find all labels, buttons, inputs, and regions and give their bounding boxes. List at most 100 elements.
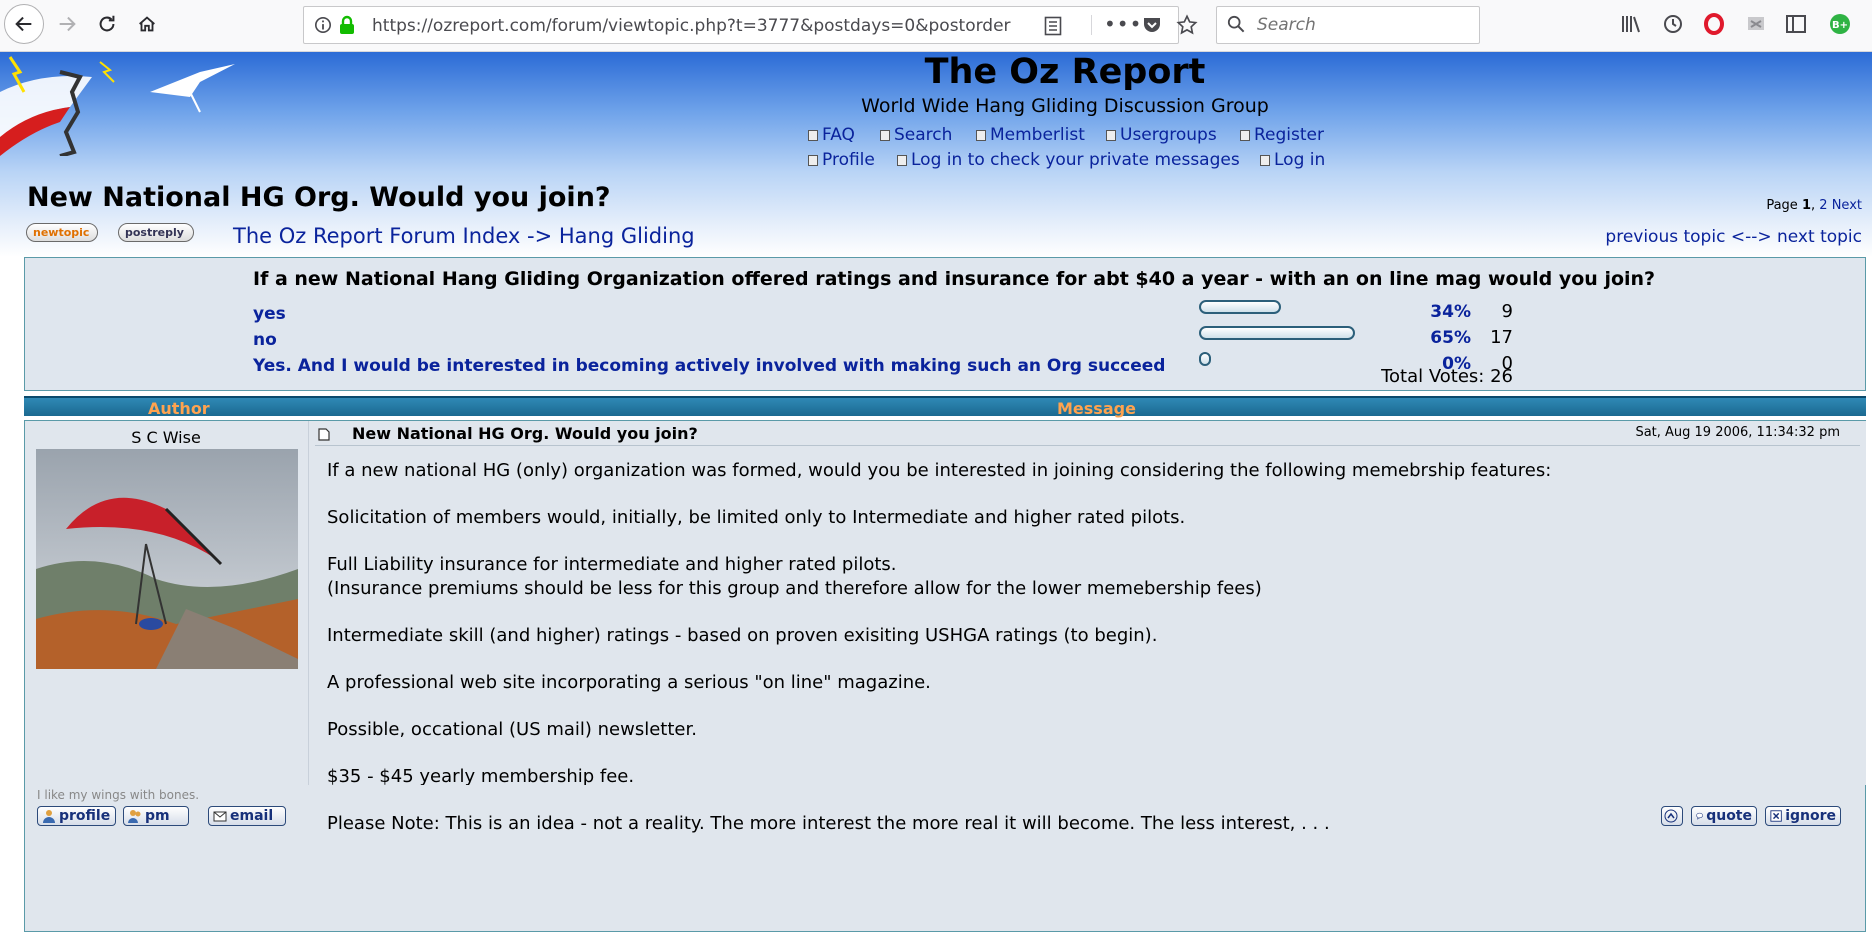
go-to-top-button[interactable] [1661,806,1683,826]
users-icon [128,810,141,823]
search-icon [1227,15,1245,33]
thread-header: Author Message [24,396,1866,418]
poll-question: If a new National Hang Gliding Organizat… [253,268,1656,290]
faq-link[interactable]: FAQ [808,125,855,145]
message-column-header: Message [1057,399,1136,418]
next-page-link[interactable]: Next [1832,198,1862,213]
poll-result-bar [1199,326,1355,340]
history-icon[interactable] [1661,12,1685,36]
faq-icon [808,129,818,141]
memberlist-icon [976,129,986,141]
back-arrow-icon [15,16,32,32]
post-date: Sat, Aug 19 2006, 11:34:32 pm [1635,425,1840,440]
home-icon [139,16,155,32]
breadcrumb-arrow: -> [527,224,553,248]
post-reply-button[interactable]: postreply [118,223,194,242]
topic-title: New National HG Org. Would you join? [27,182,611,213]
profile-link[interactable]: Profile [808,150,875,170]
forward-button[interactable] [50,7,84,41]
author-column-header: Author [148,399,210,418]
topic-nav-separator: <--> [1730,227,1772,247]
user-icon [43,810,55,823]
new-topic-label: newtopic [33,226,90,239]
forum-post: S C Wise New National HG Org. Would you … [24,420,1866,932]
post-paragraph: Full Liability insurance for intermediat… [327,554,1262,599]
reload-button[interactable] [90,7,124,41]
send-email-button[interactable]: email [208,806,286,826]
ignore-button-label: ignore [1785,808,1836,824]
pocket-icon[interactable] [1142,15,1162,35]
pagination-separator: , [1811,198,1816,213]
poll-percent: 34% [1430,302,1471,322]
reader-view-icon[interactable] [1044,16,1062,36]
send-pm-button[interactable]: pm [123,806,189,826]
hang-gliding-forum-link[interactable]: Hang Gliding [559,224,695,248]
back-button[interactable] [4,4,44,44]
library-icon[interactable] [1620,12,1644,36]
login-link-label: Log in [1274,150,1326,170]
post-paragraph: A professional web site incorporating a … [327,672,931,693]
post-paragraph: Possible, occational (US mail) newslette… [327,719,697,740]
site-title: The Oz Report [924,52,1206,92]
forum-index-link[interactable]: The Oz Report Forum Index [233,224,520,248]
login-link[interactable]: Log in [1260,150,1325,170]
quote-button[interactable]: quote [1691,806,1757,826]
site-description: World Wide Hang Gliding Discussion Group [861,95,1269,117]
ignore-button[interactable]: ignore [1765,806,1841,826]
previous-topic-link[interactable]: previous topic [1605,227,1725,247]
speech-bubble-icon [1696,812,1703,820]
poll-option-label: yes [253,304,286,324]
search-small-icon [880,129,890,141]
profile-link-label: Profile [822,150,875,170]
search-link[interactable]: Search [880,125,952,145]
web-search-box[interactable] [1216,6,1480,44]
quote-button-label: quote [1706,808,1752,824]
profile-button-label: profile [59,808,111,824]
lock-icon [340,15,354,34]
poll-vote-count: 9 [1501,301,1513,322]
post-author-panel: S C Wise [25,421,307,785]
poll-panel: If a new National Hang Gliding Organizat… [24,257,1866,391]
forward-arrow-icon [59,16,76,32]
info-icon[interactable] [314,16,332,34]
extension-icon[interactable] [1744,12,1768,36]
poll-option-label: no [253,330,277,350]
page-2-link[interactable]: 2 [1819,198,1827,213]
sidebar-toggle-icon[interactable] [1784,12,1808,36]
new-topic-button[interactable]: newtopic [26,223,98,242]
post-paragraph: Please Note: This is an idea - not a rea… [327,813,1330,834]
post-signature: I like my wings with bones. [37,788,200,802]
url-bar[interactable]: https://ozreport.com/forum/viewtopic.php… [303,6,1198,44]
url-text[interactable]: https://ozreport.com/forum/viewtopic.php… [372,16,1012,36]
opera-icon[interactable] [1702,12,1726,36]
post-body-panel: New National HG Org. Would you join? Sat… [308,421,1866,834]
post-author-name: S C Wise [131,428,201,447]
poll-vote-count: 17 [1490,327,1513,348]
browser-toolbar: https://ozreport.com/forum/viewtopic.php… [0,0,1872,52]
post-divider [315,445,1860,446]
bookmark-star-icon[interactable] [1176,14,1198,36]
poll-result-bar [1199,352,1211,366]
profile-small-icon [808,154,818,166]
register-link[interactable]: Register [1240,125,1324,145]
email-button-label: email [230,808,274,824]
post-reply-label: postreply [125,226,184,239]
memberlist-link[interactable]: Memberlist [976,125,1085,145]
post-document-icon [318,428,330,441]
usergroups-icon [1106,129,1116,141]
poll-percent: 65% [1430,328,1471,348]
pagination: Page 1, 2 Next [1766,198,1862,213]
reload-icon [99,15,115,32]
ignore-x-icon [1770,810,1782,822]
profile-badge-icon[interactable]: B+ [1828,12,1852,36]
private-messages-link[interactable]: Log in to check your private messages [897,150,1240,170]
message-icon [897,154,907,166]
home-button[interactable] [130,7,164,41]
next-topic-link[interactable]: next topic [1777,227,1862,247]
view-profile-button[interactable]: profile [37,806,116,826]
usergroups-link[interactable]: Usergroups [1106,125,1217,145]
faq-link-label: FAQ [822,125,855,145]
page-actions-icon[interactable]: ••• [1104,12,1142,36]
arrow-up-icon [1664,809,1678,823]
web-search-input[interactable] [1257,15,1467,35]
